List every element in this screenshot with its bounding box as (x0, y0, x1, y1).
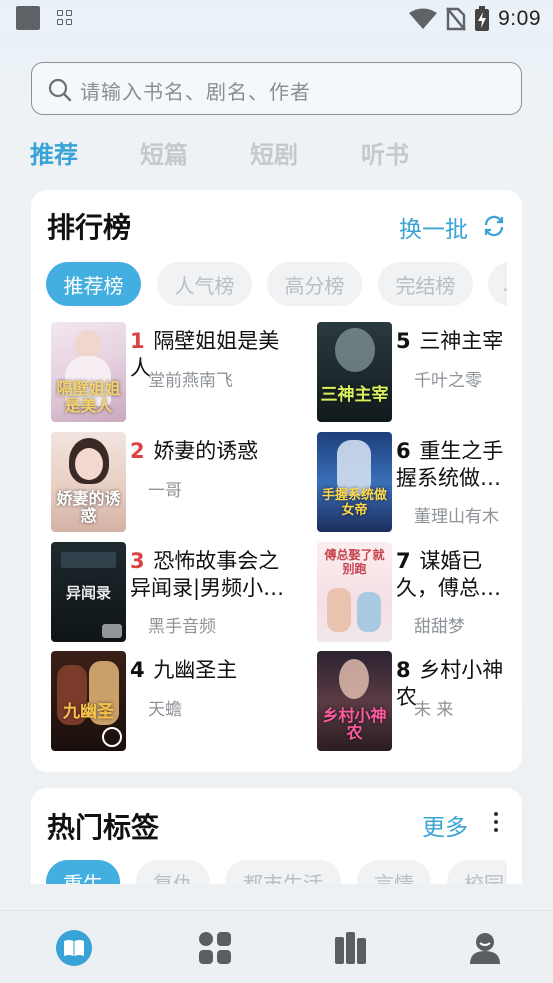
app-grid-icon (57, 10, 73, 26)
book-item[interactable]: 异闻录 3 恐怖故事会之异闻录|男频小说... 黑手音频 (51, 542, 291, 644)
more-tags-button[interactable]: 更多 (422, 808, 468, 842)
tag-chip[interactable]: 复仇 (136, 860, 210, 884)
tab-short-dramas[interactable]: 短剧 (250, 135, 298, 170)
book-item[interactable]: 三神主宰 5 三神主宰 千叶之零 (317, 322, 507, 424)
book-author: 堂前燕南飞 (148, 371, 233, 391)
book-title: 恐怖故事会之异闻录|男频小说... (130, 549, 280, 600)
nav-categories[interactable] (196, 929, 236, 969)
search-input[interactable]: 请输入书名、剧名、作者 (31, 62, 522, 115)
tag-chip[interactable]: 校园 (447, 860, 507, 884)
book-author: 未 来 (414, 700, 454, 720)
nav-bookstore[interactable] (55, 929, 95, 969)
tag-chip[interactable]: 言情 (357, 860, 431, 884)
tab-short-stories[interactable]: 短篇 (140, 135, 188, 170)
play-icon (102, 727, 122, 747)
chip-recommend[interactable]: 推荐榜 (46, 262, 141, 306)
more-options-icon[interactable] (494, 812, 498, 832)
book-item[interactable]: 傅总娶了就别跑 7 谋婚已久，傅总，娶了就别跑 甜甜梦 (317, 542, 507, 644)
tag-chip[interactable]: 重生 (46, 860, 120, 884)
book-author: 甜甜梦 (414, 617, 465, 637)
rank-number: 6 (396, 439, 411, 463)
notification-icon (16, 6, 40, 30)
bottom-nav (0, 910, 553, 983)
tag-chip-row: 重生 复仇 都市生活 言情 校园 (46, 860, 507, 884)
book-cover: 傅总娶了就别跑 (317, 542, 392, 642)
hot-tags-card: 热门标签 更多 重生 复仇 都市生活 言情 校园 (31, 788, 522, 884)
no-sim-icon (446, 7, 467, 31)
clock: 9:09 (498, 7, 541, 30)
bookshelf-icon (335, 932, 366, 964)
rank-number: 5 (396, 329, 411, 353)
book-item[interactable]: 隔壁姐姐是美人 1 隔壁姐姐是美人 堂前燕南飞 (51, 322, 291, 424)
rank-number: 1 (130, 329, 145, 353)
rank-number: 4 (130, 658, 145, 682)
book-item[interactable]: 娇妻的诱惑 2 娇妻的诱惑 一哥 (51, 432, 291, 534)
book-cover: 异闻录 (51, 542, 126, 642)
book-author: 天蟾 (148, 700, 182, 720)
tab-audiobooks[interactable]: 听书 (361, 135, 409, 170)
ranking-title: 排行榜 (47, 211, 132, 244)
rank-number: 7 (396, 549, 411, 573)
status-bar: 9:09 (0, 0, 553, 40)
book-item[interactable]: 九幽圣 4 九幽圣主 天蟾 (51, 651, 291, 753)
wifi-icon (409, 8, 438, 29)
book-cover: 九幽圣 (51, 651, 126, 751)
rank-number: 3 (130, 549, 145, 573)
tag-chip[interactable]: 都市生活 (225, 860, 341, 884)
ranking-chip-row: 推荐榜 人气榜 高分榜 完结榜 … (46, 262, 507, 308)
book-author: 一哥 (148, 481, 182, 501)
hot-tags-title: 热门标签 (47, 811, 160, 844)
refresh-button[interactable]: 换一批 (399, 210, 468, 244)
book-cover: 隔壁姐姐是美人 (51, 322, 126, 422)
book-author: 千叶之零 (414, 371, 482, 391)
chip-high-score[interactable]: 高分榜 (267, 262, 362, 306)
search-icon (48, 78, 72, 102)
book-cover: 三神主宰 (317, 322, 392, 422)
book-title: 九幽圣主 (153, 658, 238, 682)
rank-number: 2 (130, 439, 145, 463)
book-title: 三神主宰 (419, 329, 504, 353)
book-author: 黑手音频 (148, 617, 216, 637)
chip-popularity[interactable]: 人气榜 (157, 262, 252, 306)
book-title: 重生之手握系统做女帝 (396, 439, 504, 490)
book-author: 董理山有木 (414, 507, 499, 527)
tab-recommend[interactable]: 推荐 (30, 135, 78, 170)
search-placeholder: 请输入书名、剧名、作者 (80, 80, 311, 104)
nav-bookshelf[interactable] (332, 929, 372, 969)
book-item[interactable]: 乡村小神农 8 乡村小神农 未 来 (317, 651, 507, 753)
chip-completed[interactable]: 完结榜 (378, 262, 473, 306)
rank-number: 8 (396, 658, 411, 682)
book-cover: 娇妻的诱惑 (51, 432, 126, 532)
chip-more[interactable]: … (488, 262, 507, 306)
refresh-icon[interactable] (482, 214, 506, 238)
book-cover: 手握系统做女帝 (317, 432, 392, 532)
book-title: 娇妻的诱惑 (153, 439, 259, 463)
nav-profile[interactable] (466, 929, 506, 969)
battery-charging-icon (475, 6, 490, 31)
ranking-card: 排行榜 换一批 推荐榜 人气榜 高分榜 完结榜 … 隔壁姐姐是美人 1 隔壁姐姐… (31, 190, 522, 772)
book-title: 谋婚已久，傅总，娶了就别跑 (396, 549, 501, 600)
profile-icon (470, 933, 500, 964)
book-cover: 乡村小神农 (317, 651, 392, 751)
category-grid-icon (199, 932, 231, 964)
book-item[interactable]: 手握系统做女帝 6 重生之手握系统做女帝 董理山有木 (317, 432, 507, 534)
book-icon (56, 930, 92, 966)
